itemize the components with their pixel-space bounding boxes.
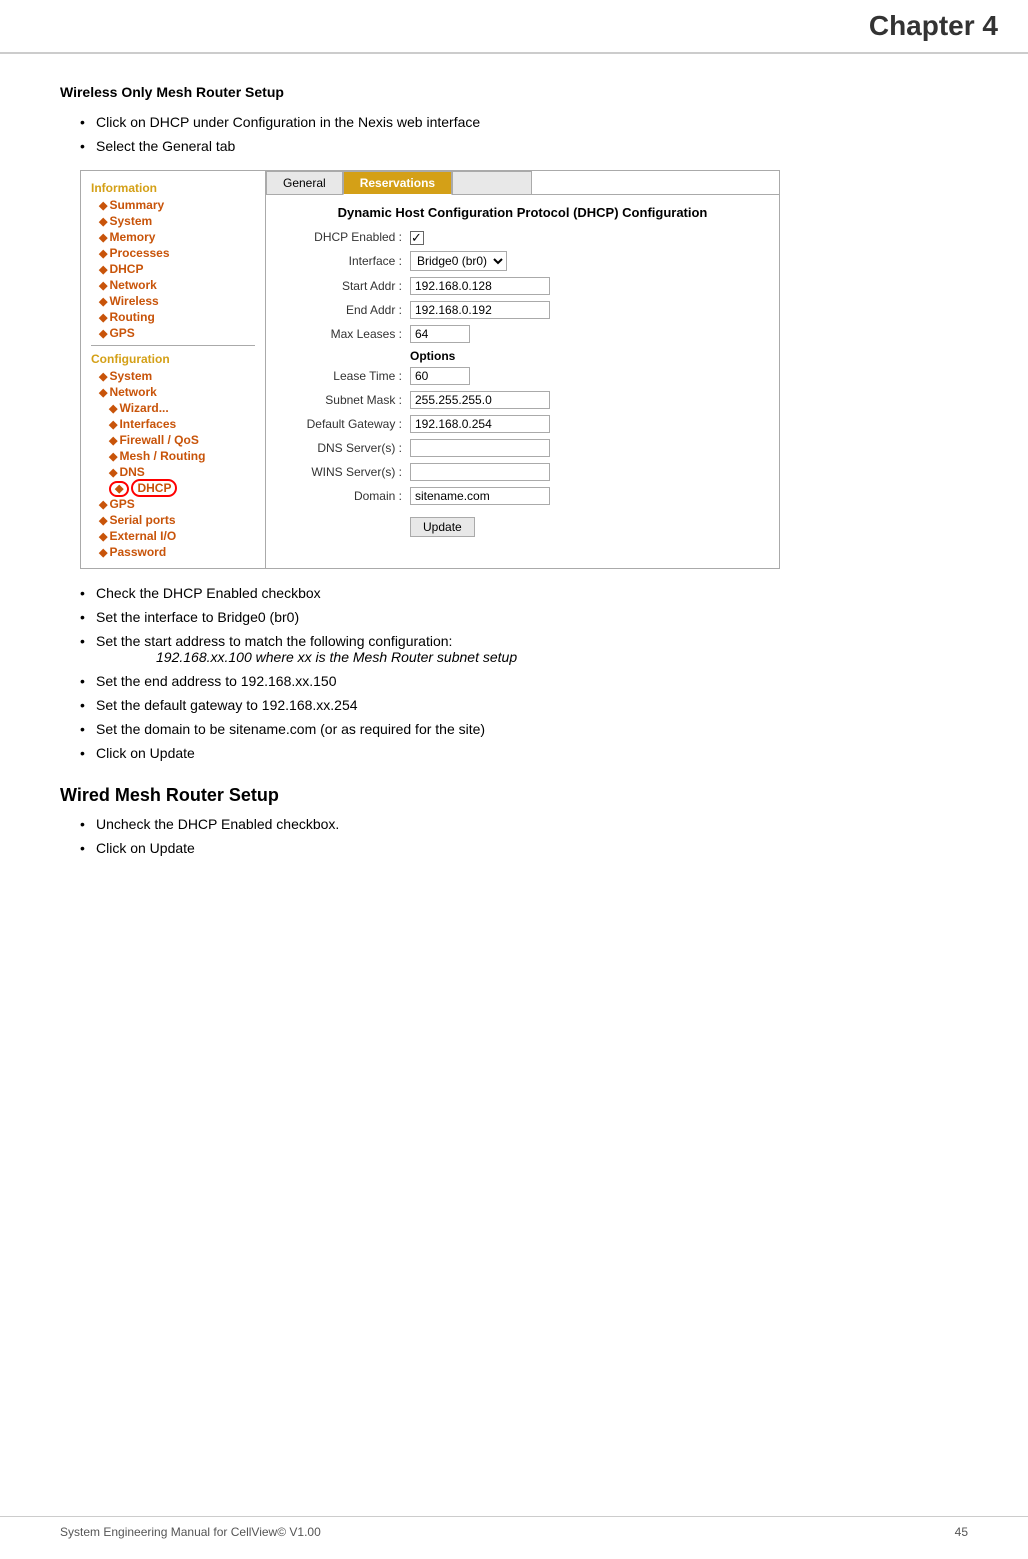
footer-right: 45 xyxy=(955,1525,968,1539)
end-addr-input[interactable] xyxy=(410,301,550,319)
list-item: Set the domain to be sitename.com (or as… xyxy=(80,721,968,737)
start-addr-input[interactable] xyxy=(410,277,550,295)
sidebar-item-gps-info[interactable]: ◆GPS xyxy=(81,325,265,341)
sidebar-item-serial-ports[interactable]: ◆Serial ports xyxy=(81,512,265,528)
lease-time-row: Lease Time : xyxy=(280,367,765,385)
sidebar-item-system-config[interactable]: ◆System xyxy=(81,368,265,384)
domain-input[interactable] xyxy=(410,487,550,505)
sidebar-item-network-info[interactable]: ◆Network xyxy=(81,277,265,293)
dns-servers-label: DNS Server(s) : xyxy=(280,441,410,455)
interface-select-wrapper: Bridge0 (br0) xyxy=(410,251,507,271)
tab-general[interactable]: General xyxy=(266,171,343,194)
page-header: Chapter 4 xyxy=(0,0,1028,54)
lease-time-label: Lease Time : xyxy=(280,369,410,383)
dhcp-enabled-label: DHCP Enabled : xyxy=(280,230,410,244)
sidebar-item-wizard[interactable]: ◆Wizard... xyxy=(81,400,265,416)
wireless-bullets-2: Check the DHCP Enabled checkbox Set the … xyxy=(80,585,968,761)
wins-servers-label: WINS Server(s) : xyxy=(280,465,410,479)
config-section-label: Configuration xyxy=(81,350,265,368)
max-leases-input[interactable] xyxy=(410,325,470,343)
list-item: Check the DHCP Enabled checkbox xyxy=(80,585,968,601)
subnet-mask-row: Subnet Mask : xyxy=(280,391,765,409)
dhcp-screenshot: Information ◆Summary ◆System ◆Memory ◆Pr… xyxy=(80,170,780,569)
sidebar-item-firewall[interactable]: ◆Firewall / QoS xyxy=(81,432,265,448)
list-item: Set the start address to match the follo… xyxy=(80,633,968,665)
wired-section-title: Wired Mesh Router Setup xyxy=(60,785,968,806)
list-item: Uncheck the DHCP Enabled checkbox. xyxy=(80,816,968,832)
dhcp-enabled-check[interactable] xyxy=(410,231,424,245)
nav-sidebar: Information ◆Summary ◆System ◆Memory ◆Pr… xyxy=(81,171,266,568)
main-content: Wireless Only Mesh Router Setup Click on… xyxy=(0,54,1028,900)
list-item: Set the interface to Bridge0 (br0) xyxy=(80,609,968,625)
wins-servers-row: WINS Server(s) : xyxy=(280,463,765,481)
list-item: Click on DHCP under Configuration in the… xyxy=(80,114,968,130)
dns-servers-row: DNS Server(s) : xyxy=(280,439,765,457)
domain-row: Domain : xyxy=(280,487,765,505)
dhcp-form-title: Dynamic Host Configuration Protocol (DHC… xyxy=(280,205,765,220)
lease-time-input[interactable] xyxy=(410,367,470,385)
sidebar-item-dns[interactable]: ◆DNS xyxy=(81,464,265,480)
update-row: Update xyxy=(280,511,765,537)
list-item: Select the General tab xyxy=(80,138,968,154)
list-item: Set the end address to 192.168.xx.150 xyxy=(80,673,968,689)
sidebar-item-dhcp-info[interactable]: ◆DHCP xyxy=(81,261,265,277)
sidebar-item-dhcp-config[interactable]: ◆DHCP xyxy=(81,480,265,496)
info-section-label: Information xyxy=(81,179,265,197)
sidebar-item-summary[interactable]: ◆Summary xyxy=(81,197,265,213)
wins-servers-input[interactable] xyxy=(410,463,550,481)
footer-left: System Engineering Manual for CellView© … xyxy=(60,1525,321,1539)
indented-config-text: 192.168.xx.100 where xx is the Mesh Rout… xyxy=(156,649,968,665)
wired-bullets: Uncheck the DHCP Enabled checkbox. Click… xyxy=(80,816,968,856)
sidebar-item-mesh-routing[interactable]: ◆Mesh / Routing xyxy=(81,448,265,464)
sidebar-item-system-info[interactable]: ◆System xyxy=(81,213,265,229)
end-addr-label: End Addr : xyxy=(280,303,410,317)
interface-label: Interface : xyxy=(280,254,410,268)
interface-row: Interface : Bridge0 (br0) xyxy=(280,251,765,271)
chapter-title: Chapter 4 xyxy=(869,10,998,41)
sidebar-item-gps-config[interactable]: ◆GPS xyxy=(81,496,265,512)
sidebar-divider-1 xyxy=(91,345,255,346)
dhcp-enabled-checkbox[interactable] xyxy=(410,230,424,245)
dhcp-enabled-row: DHCP Enabled : xyxy=(280,230,765,245)
start-addr-label: Start Addr : xyxy=(280,279,410,293)
domain-label: Domain : xyxy=(280,489,410,503)
options-label: Options xyxy=(280,349,765,363)
sidebar-item-network-config[interactable]: ◆Network xyxy=(81,384,265,400)
sidebar-item-memory[interactable]: ◆Memory xyxy=(81,229,265,245)
sidebar-item-wireless[interactable]: ◆Wireless xyxy=(81,293,265,309)
wireless-section-title: Wireless Only Mesh Router Setup xyxy=(60,84,968,100)
sidebar-item-password[interactable]: ◆Password xyxy=(81,544,265,560)
max-leases-label: Max Leases : xyxy=(280,327,410,341)
default-gateway-label: Default Gateway : xyxy=(280,417,410,431)
default-gateway-row: Default Gateway : xyxy=(280,415,765,433)
update-button[interactable]: Update xyxy=(410,517,475,537)
tab-reservations[interactable]: Reservations xyxy=(343,171,452,195)
default-gateway-input[interactable] xyxy=(410,415,550,433)
subnet-mask-input[interactable] xyxy=(410,391,550,409)
wireless-bullets-1: Click on DHCP under Configuration in the… xyxy=(80,114,968,154)
list-item: Set the default gateway to 192.168.xx.25… xyxy=(80,697,968,713)
tab-empty[interactable] xyxy=(452,171,532,194)
subnet-mask-label: Subnet Mask : xyxy=(280,393,410,407)
list-item: Click on Update xyxy=(80,840,968,856)
sidebar-item-processes[interactable]: ◆Processes xyxy=(81,245,265,261)
list-item: Click on Update xyxy=(80,745,968,761)
page-footer: System Engineering Manual for CellView© … xyxy=(0,1516,1028,1539)
dhcp-config-panel: General Reservations Dynamic Host Config… xyxy=(266,171,779,568)
start-addr-row: Start Addr : xyxy=(280,277,765,295)
end-addr-row: End Addr : xyxy=(280,301,765,319)
sidebar-item-interfaces[interactable]: ◆Interfaces xyxy=(81,416,265,432)
dhcp-config-form: Dynamic Host Configuration Protocol (DHC… xyxy=(266,195,779,553)
dns-servers-input[interactable] xyxy=(410,439,550,457)
max-leases-row: Max Leases : xyxy=(280,325,765,343)
sidebar-item-external-io[interactable]: ◆External I/O xyxy=(81,528,265,544)
sidebar-item-routing-info[interactable]: ◆Routing xyxy=(81,309,265,325)
config-tabs: General Reservations xyxy=(266,171,779,195)
interface-select[interactable]: Bridge0 (br0) xyxy=(410,251,507,271)
